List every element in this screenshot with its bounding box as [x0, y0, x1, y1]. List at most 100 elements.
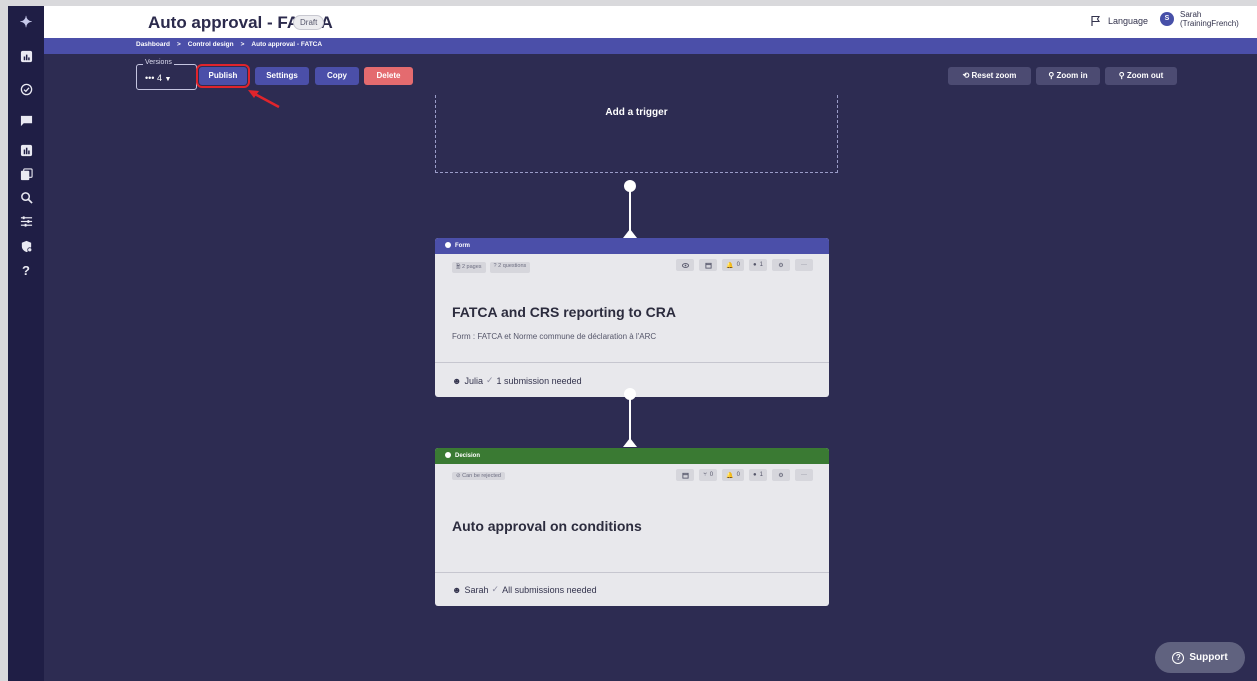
branches-count: 0: [709, 472, 714, 478]
card-subtitle: Form : FATCA et Norme commune de déclara…: [452, 332, 657, 341]
divider: [435, 572, 829, 573]
card-toolbar: 🔔 0 ● 1 ⚙ ···: [676, 259, 813, 271]
card-header: Form: [435, 238, 829, 254]
bell-icon: 🔔: [726, 262, 734, 269]
versions-label: Versions: [143, 59, 174, 66]
divider: [435, 362, 829, 363]
sidebar: ✦ ?: [8, 6, 44, 681]
chevron-right-icon: >: [176, 41, 181, 48]
publish-button[interactable]: Publish: [196, 64, 250, 88]
breadcrumb: Dashboard > Control design > Auto approv…: [136, 41, 322, 48]
help-icon[interactable]: ?: [14, 260, 38, 280]
assignees-button[interactable]: ● 1: [749, 259, 767, 271]
can-be-rejected-tag: ⊘ Can be rejected: [452, 472, 505, 480]
trigger-label: Add a trigger: [605, 107, 668, 118]
user-icon: ●: [753, 472, 757, 478]
versions-value: ••• 4 ▼: [145, 73, 171, 83]
double-check-icon: ✓: [491, 584, 500, 594]
support-button[interactable]: ? Support: [1155, 642, 1245, 673]
form-node-card[interactable]: Form 🗎 2 pages ? 2 questions 🔔 0 ● 1 ⚙ ···…: [435, 238, 829, 397]
avatar: S: [1160, 12, 1174, 26]
arrow-head-icon: [623, 438, 637, 447]
breadcrumb-control-design[interactable]: Control design: [188, 41, 234, 48]
zoom-out-label: Zoom out: [1126, 71, 1164, 80]
app-logo-icon[interactable]: ✦: [16, 14, 36, 32]
preview-eye-icon[interactable]: [676, 259, 695, 271]
assignees-button[interactable]: ● 1: [749, 469, 767, 481]
breadcrumb-dashboard[interactable]: Dashboard: [136, 41, 170, 48]
app-frame: ✦ ? Auto approval - FATCA Draft Language…: [8, 6, 1257, 681]
notifications-count: 0: [736, 472, 740, 478]
library-icon[interactable]: [14, 164, 38, 184]
bell-icon: 🔔: [726, 472, 734, 479]
decision-node-card[interactable]: Decision ⊘ Can be rejected ⑂ 0 🔔 0 ● 1 ⚙ ··…: [435, 448, 829, 606]
user-name: Sarah (TrainingFrench): [1180, 10, 1239, 28]
more-dots-icon: •••: [145, 73, 155, 83]
reset-zoom-label: Reset zoom: [971, 71, 1017, 80]
filters-icon[interactable]: [14, 211, 38, 231]
user-menu[interactable]: S Sarah (TrainingFrench): [1160, 10, 1239, 28]
add-trigger-node[interactable]: Add a trigger: [435, 95, 838, 173]
questions-tag: ? 2 questions: [489, 262, 531, 273]
reset-zoom-button[interactable]: ⟲ Reset zoom: [948, 67, 1031, 85]
decision-icon: [445, 452, 451, 458]
top-header: Auto approval - FATCA Draft Language S S…: [44, 6, 1257, 38]
card-type-label: Decision: [455, 453, 481, 459]
settings-button[interactable]: Settings: [255, 67, 309, 85]
zoom-in-label: Zoom in: [1056, 71, 1088, 80]
user-icon: ☻: [452, 584, 462, 595]
zoom-in-button[interactable]: ⚲ Zoom in: [1036, 67, 1100, 85]
flag-icon: [1091, 15, 1100, 26]
form-icon: [445, 242, 451, 248]
connector-line: [629, 188, 631, 232]
language-label: Language: [1108, 16, 1149, 26]
check-circle-icon[interactable]: [14, 79, 38, 99]
submission-requirement: All submissions needed: [502, 584, 597, 595]
gear-icon[interactable]: ⚙: [772, 469, 790, 481]
card-tags: 🗎 2 pages ? 2 questions: [452, 262, 531, 273]
versions-number: 4: [156, 73, 162, 83]
search-icon[interactable]: [14, 187, 38, 207]
assignee-name: Sarah: [464, 584, 489, 595]
language-selector[interactable]: Language: [1090, 15, 1148, 27]
zoom-out-button[interactable]: ⚲ Zoom out: [1105, 67, 1177, 85]
card-footer: ☻ Julia ✓ 1 submission needed: [452, 375, 582, 386]
notifications-button[interactable]: 🔔 0: [722, 259, 744, 271]
more-options-icon[interactable]: ···: [795, 259, 813, 271]
magnifier-icon: ⚲: [1118, 71, 1127, 80]
chat-icon[interactable]: [14, 110, 38, 130]
annotation-arrow-icon: [248, 90, 280, 109]
assignee-name: Julia: [464, 375, 483, 386]
card-toolbar: ⑂ 0 🔔 0 ● 1 ⚙ ···: [676, 469, 813, 481]
card-type-label: Form: [455, 243, 470, 249]
notifications-count: 0: [736, 262, 740, 268]
card-footer: ☻ Sarah ✓ All submissions needed: [452, 584, 597, 595]
connector-line: [629, 396, 631, 441]
user-icon: ●: [753, 262, 757, 268]
notifications-button[interactable]: 🔔 0: [722, 469, 744, 481]
dashboard-icon[interactable]: [14, 46, 38, 66]
gear-icon[interactable]: ⚙: [772, 259, 790, 271]
user-icon: ☻: [452, 375, 462, 386]
user-role: (TrainingFrench): [1180, 19, 1239, 28]
more-options-icon[interactable]: ···: [795, 469, 813, 481]
status-badge: Draft: [293, 15, 325, 30]
arrow-head-icon: [623, 229, 637, 238]
double-check-icon: ✓: [486, 375, 494, 385]
card-title: Auto approval on conditions: [452, 518, 642, 534]
calendar-icon[interactable]: [676, 469, 695, 481]
user-first-name: Sarah: [1180, 10, 1202, 19]
card-tags: ⊘ Can be rejected: [452, 472, 505, 480]
caret-down-icon: ▼: [164, 76, 172, 83]
branches-button[interactable]: ⑂ 0: [699, 469, 718, 481]
versions-select[interactable]: Versions ••• 4 ▼: [136, 59, 197, 90]
submission-requirement: 1 submission needed: [496, 375, 582, 386]
reports-icon[interactable]: [14, 140, 38, 160]
calendar-icon[interactable]: [699, 259, 718, 271]
branch-icon: ⑂: [703, 472, 707, 478]
security-icon[interactable]: [14, 236, 38, 256]
copy-button[interactable]: Copy: [315, 67, 359, 85]
assignees-count: 1: [759, 472, 763, 478]
delete-button[interactable]: Delete: [364, 67, 413, 85]
card-title: FATCA and CRS reporting to CRA: [452, 304, 676, 320]
